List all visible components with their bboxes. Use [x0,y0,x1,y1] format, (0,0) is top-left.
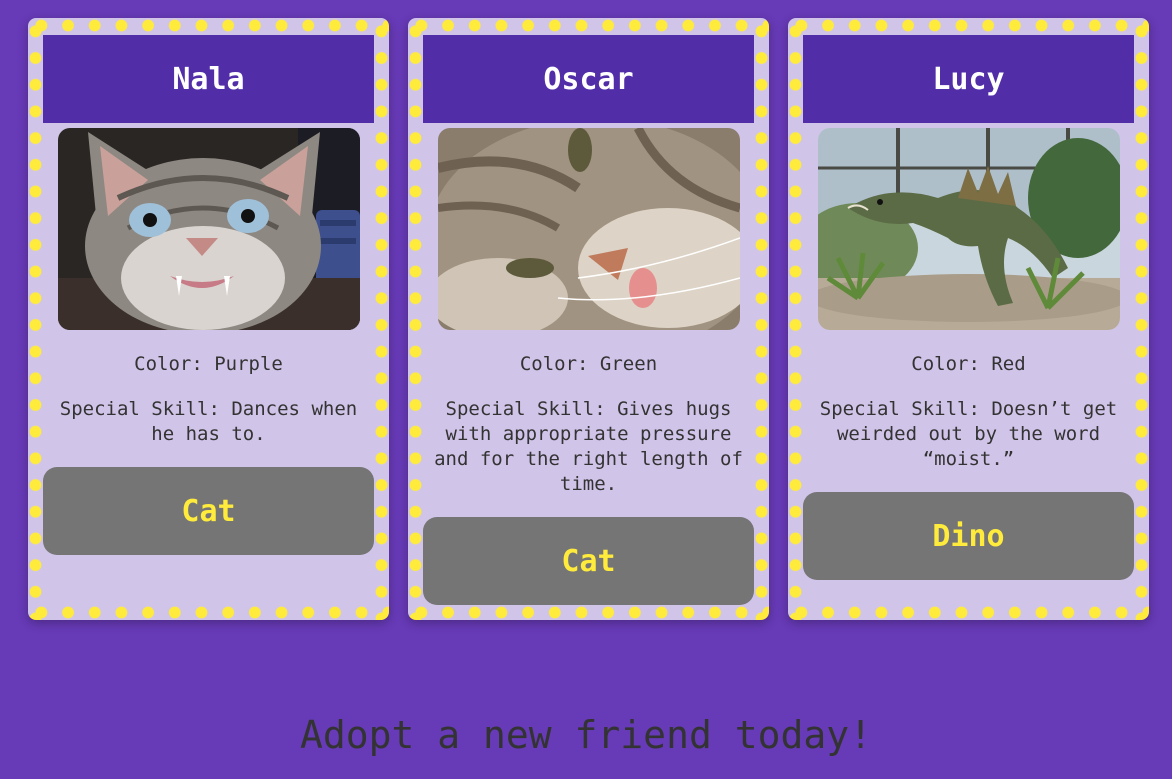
pet-special-skill: Special Skill: Dances when he has to. [59,398,358,445]
pet-special-skill: Special Skill: Gives hugs with appropria… [434,398,743,495]
pet-photo-dino [817,128,1120,330]
pet-color: Color: Purple [134,353,283,375]
sleepy-cat-icon [437,128,740,330]
pet-type-button[interactable]: Cat [423,517,754,605]
pet-photo-cat [437,128,740,330]
pet-color: Color: Red [911,353,1026,375]
pet-name: Oscar [423,35,754,123]
pet-card-list: Nala Color: Purple Special Skill: Dances… [28,18,1149,620]
pet-card-nala: Nala Color: Purple Special Skill: Dances… [28,18,389,620]
pet-type-button[interactable]: Dino [803,492,1134,580]
pet-photo-cat [57,128,360,330]
grumpy-cat-icon [57,128,360,330]
pet-card-oscar: Oscar Color: Green Special Skill: Gives … [408,18,769,620]
pet-type-button[interactable]: Cat [43,467,374,555]
pet-card-lucy: Lucy Color: Red Special Skill: Doesn’t g… [788,18,1149,620]
pet-name: Lucy [803,35,1134,123]
pet-special-skill: Special Skill: Doesn’t get weirded out b… [819,398,1118,470]
pet-name: Nala [43,35,374,123]
dinosaur-icon [817,128,1120,330]
pet-color: Color: Green [519,353,658,375]
adopt-tagline: Adopt a new friend today! [300,713,872,757]
